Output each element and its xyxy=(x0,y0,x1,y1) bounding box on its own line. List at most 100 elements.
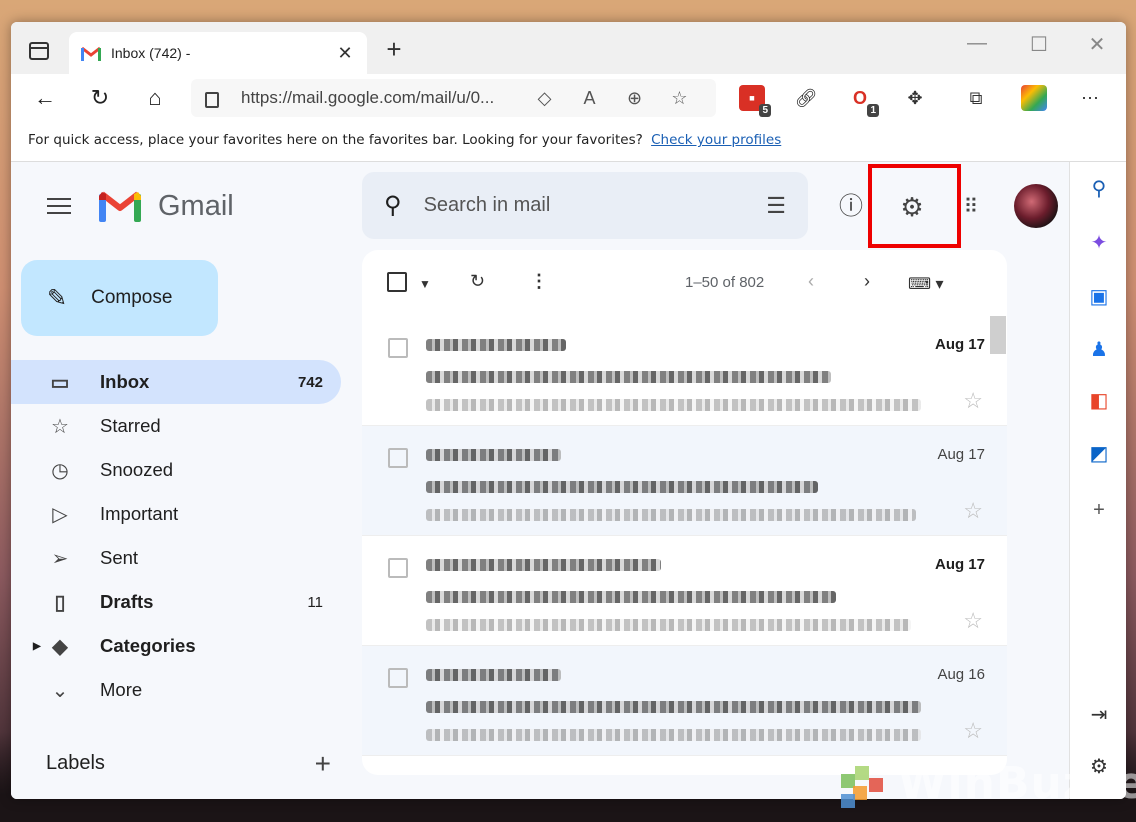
lock-icon[interactable] xyxy=(205,92,219,108)
link-icon[interactable]: 🔗︎ xyxy=(793,85,819,111)
star-icon[interactable]: ☆ xyxy=(963,388,983,414)
snippet-redacted xyxy=(426,728,921,746)
new-tab-button[interactable]: + xyxy=(379,34,409,65)
select-all-checkbox[interactable] xyxy=(387,272,407,297)
gmail-wordmark[interactable]: Gmail xyxy=(158,190,234,223)
table-row[interactable]: Aug 17 ☆ xyxy=(362,536,1007,646)
sidebar-item-drafts[interactable]: ▯ Drafts 11 xyxy=(11,580,341,624)
newer-page-icon[interactable]: ‹ xyxy=(808,271,814,292)
winbuzzer-logo-icon xyxy=(841,766,883,808)
snippet-redacted xyxy=(426,398,921,416)
scrollbar[interactable] xyxy=(990,316,1006,354)
tab-gmail-inbox[interactable]: Inbox (742) - ✕ xyxy=(69,32,367,74)
label-tag-icon: ◆ xyxy=(52,635,68,658)
inbox-icon: ▭ xyxy=(50,371,70,394)
office-icon[interactable]: ◧ xyxy=(1086,388,1112,414)
profile-icon[interactable] xyxy=(1021,85,1047,111)
app-available-icon[interactable]: ◇ xyxy=(522,88,567,109)
search-options-icon[interactable]: ☰ xyxy=(766,193,786,219)
list-toolbar: ▼ ↻ ⋮ 1–50 of 802 ‹ › ⌨ ▾ xyxy=(362,250,1007,316)
extension-o-icon[interactable]: O1 xyxy=(847,85,879,117)
winbuzzer-watermark: WinBuzzer xyxy=(898,758,1136,809)
sidebar-item-label: Important xyxy=(100,503,179,524)
close-window-icon[interactable]: ✕ xyxy=(1077,32,1117,57)
star-icon[interactable]: ☆ xyxy=(963,718,983,744)
apps-grid-icon[interactable]: ⠿ xyxy=(955,192,985,222)
refresh-icon[interactable]: ↻ xyxy=(84,82,116,114)
extensions-puzzle-icon[interactable]: ✥ xyxy=(902,85,928,111)
gmail-app: Gmail ✎ Compose ▭ Inbox 742 ☆ Starred ◷ … xyxy=(11,162,1069,799)
read-aloud-icon[interactable]: A xyxy=(567,88,612,109)
snippet-redacted xyxy=(426,508,916,526)
more-options-icon[interactable]: ⋮ xyxy=(530,271,548,292)
row-checkbox[interactable] xyxy=(388,558,408,578)
extension-red-icon[interactable]: ▪ 5 xyxy=(739,85,771,117)
edge-sidebar: ⚲ ✦ ▣ ♟ ◧ ◩ + ⇥ ⚙ xyxy=(1069,162,1126,799)
table-row[interactable]: Aug 16 ☆ xyxy=(362,646,1007,756)
check-profiles-link[interactable]: Check your profiles xyxy=(651,132,781,148)
sidebar-item-categories[interactable]: ▶ ◆ Categories xyxy=(11,624,341,668)
search-input[interactable]: Search in mail xyxy=(424,194,767,217)
sidebar-item-snoozed[interactable]: ◷ Snoozed xyxy=(11,448,341,492)
email-date: Aug 17 xyxy=(934,336,985,353)
compose-label: Compose xyxy=(91,287,173,308)
collections-icon[interactable]: ⧉ xyxy=(963,85,989,111)
sidebar-item-important[interactable]: ▷ Important xyxy=(11,492,341,536)
zoom-icon[interactable]: ⊕ xyxy=(612,88,657,109)
search-icon[interactable]: ⚲ xyxy=(384,191,402,220)
games-icon[interactable]: ♟ xyxy=(1086,337,1112,363)
search-icon[interactable]: ⚲ xyxy=(1086,176,1112,202)
send-icon: ➢ xyxy=(51,547,69,570)
pencil-icon: ✎ xyxy=(47,284,68,312)
main-menu-icon[interactable] xyxy=(47,198,71,219)
refresh-icon[interactable]: ↻ xyxy=(470,271,485,292)
table-row[interactable]: Aug 17 ☆ xyxy=(362,316,1007,426)
mail-list-pane: ▼ ↻ ⋮ 1–50 of 802 ‹ › ⌨ ▾ Aug 17 ☆ Aug 1… xyxy=(362,250,1007,775)
minimize-icon[interactable]: — xyxy=(957,32,997,55)
select-dropdown-icon[interactable]: ▼ xyxy=(419,277,431,291)
sender-redacted xyxy=(426,668,561,686)
close-tab-icon[interactable]: ✕ xyxy=(335,43,355,64)
tools-icon[interactable]: ▣ xyxy=(1086,284,1112,310)
sidebar-item-sent[interactable]: ➢ Sent xyxy=(11,536,341,580)
home-icon[interactable]: ⌂ xyxy=(139,82,171,114)
more-menu-icon[interactable]: ⋯ xyxy=(1077,85,1103,111)
search-bar[interactable]: ⚲ Search in mail ☰ xyxy=(362,172,808,239)
sidebar-item-more[interactable]: ⌄ More xyxy=(11,668,341,712)
tab-actions-icon[interactable] xyxy=(29,42,49,60)
browser-toolbar: ← ↻ ⌂ https://mail.google.com/mail/u/0..… xyxy=(11,74,1126,122)
row-checkbox[interactable] xyxy=(388,448,408,468)
row-checkbox[interactable] xyxy=(388,338,408,358)
sidebar-item-label: More xyxy=(100,679,143,700)
older-page-icon[interactable]: › xyxy=(864,271,870,292)
star-icon[interactable]: ☆ xyxy=(963,608,983,634)
sidebar-item-starred[interactable]: ☆ Starred xyxy=(11,404,341,448)
table-row[interactable]: Aug 17 ☆ xyxy=(362,426,1007,536)
subject-redacted xyxy=(426,480,818,498)
address-bar[interactable]: https://mail.google.com/mail/u/0... ◇ A … xyxy=(191,79,716,117)
important-icon: ▷ xyxy=(52,503,68,526)
star-icon: ☆ xyxy=(51,415,69,438)
add-icon[interactable]: + xyxy=(1086,497,1112,523)
compose-button[interactable]: ✎ Compose xyxy=(21,260,218,336)
subject-redacted xyxy=(426,590,836,608)
outlook-icon[interactable]: ◩ xyxy=(1086,441,1112,467)
sidebar-item-inbox[interactable]: ▭ Inbox 742 xyxy=(11,360,341,404)
add-label-icon[interactable]: + xyxy=(315,748,331,780)
expand-caret-icon[interactable]: ▶ xyxy=(33,641,41,652)
avatar[interactable] xyxy=(1014,184,1058,228)
hide-sidebar-icon[interactable]: ⇥ xyxy=(1086,702,1112,728)
help-icon[interactable]: ⓘ xyxy=(836,192,866,222)
star-icon[interactable]: ☆ xyxy=(963,498,983,524)
favorites-bar: For quick access, place your favorites h… xyxy=(11,122,1126,162)
sidebar-item-label: Starred xyxy=(100,415,161,436)
copilot-icon[interactable]: ✦ xyxy=(1086,230,1112,256)
sidebar-nav: ▭ Inbox 742 ☆ Starred ◷ Snoozed ▷ Import… xyxy=(11,360,341,712)
input-tools-icon[interactable]: ⌨ ▾ xyxy=(908,274,944,294)
maximize-icon[interactable]: ☐ xyxy=(1019,32,1059,57)
gmail-logo-icon[interactable] xyxy=(99,190,141,227)
back-icon[interactable]: ← xyxy=(29,82,61,114)
add-favorite-icon[interactable]: ☆ xyxy=(657,88,702,109)
url-text[interactable]: https://mail.google.com/mail/u/0... xyxy=(241,88,522,108)
row-checkbox[interactable] xyxy=(388,668,408,688)
